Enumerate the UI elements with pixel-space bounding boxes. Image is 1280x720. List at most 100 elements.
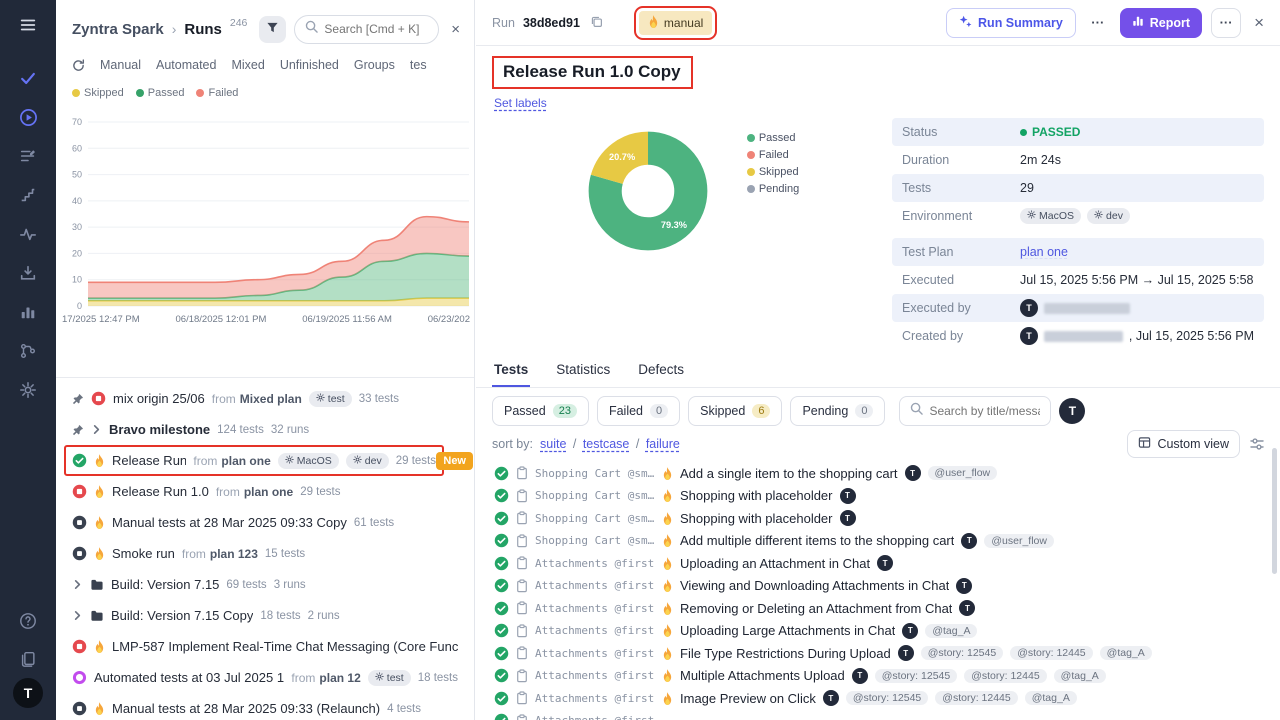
run-row[interactable]: Build: Version 7.15 Copy18 tests2 runs (56, 600, 474, 631)
test-title[interactable]: Shopping with placeholder (680, 488, 833, 503)
menu-icon[interactable] (17, 14, 39, 36)
filter-chip-skipped[interactable]: Skipped6 (688, 396, 782, 426)
test-row[interactable]: Attachments @firstUploading Large Attach… (494, 620, 1262, 643)
run-name[interactable]: mix origin 25/06 (113, 391, 205, 406)
filter-button[interactable] (259, 16, 286, 43)
gear-icon[interactable] (17, 379, 39, 401)
sort-link-failure[interactable]: failure (646, 437, 680, 451)
run-row[interactable]: Manual tests at 28 Mar 2025 09:33 (Relau… (56, 693, 474, 720)
tests-search-input[interactable] (929, 404, 1040, 418)
test-row[interactable]: Attachments @first (494, 710, 1262, 720)
check-icon[interactable] (17, 67, 39, 89)
filter-chip-pending[interactable]: Pending0 (790, 396, 885, 426)
test-row[interactable]: Shopping Cart @sm…Add a single item to t… (494, 462, 1262, 485)
run-name[interactable]: Build: Version 7.15 Copy (111, 608, 253, 623)
run-summary-button[interactable]: Run Summary (946, 8, 1076, 38)
filter-chip-passed[interactable]: Passed23 (492, 396, 589, 426)
docs-icon[interactable] (17, 648, 39, 670)
branch-icon[interactable] (17, 340, 39, 362)
user-avatar[interactable]: T (13, 678, 43, 708)
run-row[interactable]: Build: Version 7.1569 tests3 runs (56, 569, 474, 600)
run-name[interactable]: Smoke run (112, 546, 175, 561)
run-name[interactable]: Release Run 1.0 Copy (112, 453, 186, 468)
view-settings-icon[interactable] (1250, 437, 1264, 451)
run-row[interactable]: Bravo milestone124 tests32 runs (56, 414, 474, 445)
relaunch-icon[interactable] (72, 59, 85, 72)
set-labels-link[interactable]: Set labels (494, 96, 1280, 110)
steps-icon[interactable] (17, 184, 39, 206)
chevron-right-icon[interactable] (72, 610, 83, 621)
test-title[interactable]: Add multiple different items to the shop… (680, 533, 954, 548)
copy-run-id-button[interactable] (588, 13, 605, 33)
run-name[interactable]: Manual tests at 28 Mar 2025 09:33 (Relau… (112, 701, 380, 716)
run-row[interactable]: Smoke runfromplan 12315 tests (56, 538, 474, 569)
pulse-icon[interactable] (17, 223, 39, 245)
help-icon[interactable] (17, 610, 39, 632)
import-icon[interactable] (17, 262, 39, 284)
close-detail-button[interactable]: × (1254, 13, 1264, 33)
test-plan-link[interactable]: plan one (1020, 245, 1068, 259)
runs-search-input[interactable] (324, 22, 428, 36)
test-title[interactable]: Uploading Large Attachments in Chat (680, 623, 895, 638)
chevron-right-icon[interactable] (72, 579, 83, 590)
run-plan-link[interactable]: Mixed plan (240, 392, 302, 406)
test-title[interactable]: Add a single item to the shopping cart (680, 466, 898, 481)
runs-tab-automated[interactable]: Automated (156, 58, 216, 72)
test-row[interactable]: Shopping Cart @sm…Add multiple different… (494, 530, 1262, 553)
test-row[interactable]: Attachments @firstViewing and Downloadin… (494, 575, 1262, 598)
sort-link-suite[interactable]: suite (540, 437, 566, 451)
scrollbar-thumb[interactable] (1272, 448, 1277, 574)
tab-tests[interactable]: Tests (492, 354, 530, 387)
tab-statistics[interactable]: Statistics (554, 354, 612, 387)
more-options-button[interactable]: ··· (1085, 9, 1111, 37)
run-plan-link[interactable]: plan one (221, 454, 270, 468)
test-row[interactable]: Shopping Cart @sm…Shopping with placehol… (494, 485, 1262, 508)
test-row[interactable]: Attachments @firstRemoving or Deleting a… (494, 597, 1262, 620)
test-title[interactable]: Viewing and Downloading Attachments in C… (680, 578, 949, 593)
test-row[interactable]: Attachments @firstImage Preview on Click… (494, 687, 1262, 710)
filter-chip-failed[interactable]: Failed0 (597, 396, 680, 426)
chart-icon[interactable] (17, 301, 39, 323)
run-name[interactable]: Bravo milestone (109, 422, 210, 437)
run-row[interactable]: mix origin 25/06fromMixed plantest33 tes… (56, 383, 474, 414)
test-row[interactable]: Attachments @firstMultiple Attachments U… (494, 665, 1262, 688)
breadcrumb-project[interactable]: Zyntra Spark (72, 21, 164, 38)
run-row[interactable]: Automated tests at 03 Jul 2025 13:25from… (56, 662, 474, 693)
runs-tab-tes[interactable]: tes (410, 58, 427, 72)
tab-defects[interactable]: Defects (636, 354, 686, 387)
test-row[interactable]: Attachments @firstUploading an Attachmen… (494, 552, 1262, 575)
test-title[interactable]: Multiple Attachments Upload (680, 668, 845, 683)
test-title[interactable]: Image Preview on Click (680, 691, 816, 706)
run-row[interactable]: LMP-587 Implement Real-Time Chat Messagi… (56, 631, 474, 662)
test-row[interactable]: Attachments @firstFile Type Restrictions… (494, 642, 1262, 665)
custom-view-button[interactable]: Custom view (1127, 430, 1240, 458)
run-plan-link[interactable]: plan 123 (210, 547, 258, 561)
runs-tab-mixed[interactable]: Mixed (231, 58, 264, 72)
runs-search[interactable] (294, 15, 439, 44)
runs-tab-groups[interactable]: Groups (354, 58, 395, 72)
run-name[interactable]: Build: Version 7.15 (111, 577, 219, 592)
run-name[interactable]: LMP-587 Implement Real-Time Chat Messagi… (112, 639, 458, 654)
runs-tab-unfinished[interactable]: Unfinished (280, 58, 339, 72)
run-plan-link[interactable]: plan one (244, 485, 293, 499)
list-icon[interactable] (17, 145, 39, 167)
test-title[interactable]: Uploading an Attachment in Chat (680, 556, 870, 571)
user-filter-avatar[interactable]: T (1059, 398, 1085, 424)
test-title[interactable]: File Type Restrictions During Upload (680, 646, 891, 661)
runs-tab-manual[interactable]: Manual (100, 58, 141, 72)
run-row[interactable]: Manual tests at 28 Mar 2025 09:33 Copy61… (56, 507, 474, 538)
run-name[interactable]: Release Run 1.0 (112, 484, 209, 499)
test-row[interactable]: Shopping Cart @sm…Shopping with placehol… (494, 507, 1262, 530)
run-row[interactable]: Release Run 1.0 Copyfromplan oneMacOSdev… (56, 445, 474, 476)
close-panel-button[interactable]: × (447, 21, 464, 38)
sort-link-testcase[interactable]: testcase (583, 437, 630, 451)
play-icon[interactable] (17, 106, 39, 128)
test-title[interactable]: Removing or Deleting an Attachment from … (680, 601, 952, 616)
run-row[interactable]: Release Run 1.0fromplan one29 tests (56, 476, 474, 507)
tests-search[interactable] (899, 396, 1051, 426)
test-title[interactable]: Shopping with placeholder (680, 511, 833, 526)
report-button[interactable]: Report (1120, 8, 1202, 38)
chevron-right-icon[interactable] (91, 424, 102, 435)
run-name[interactable]: Manual tests at 28 Mar 2025 09:33 Copy (112, 515, 347, 530)
more-options-button-2[interactable]: ··· (1211, 8, 1241, 38)
